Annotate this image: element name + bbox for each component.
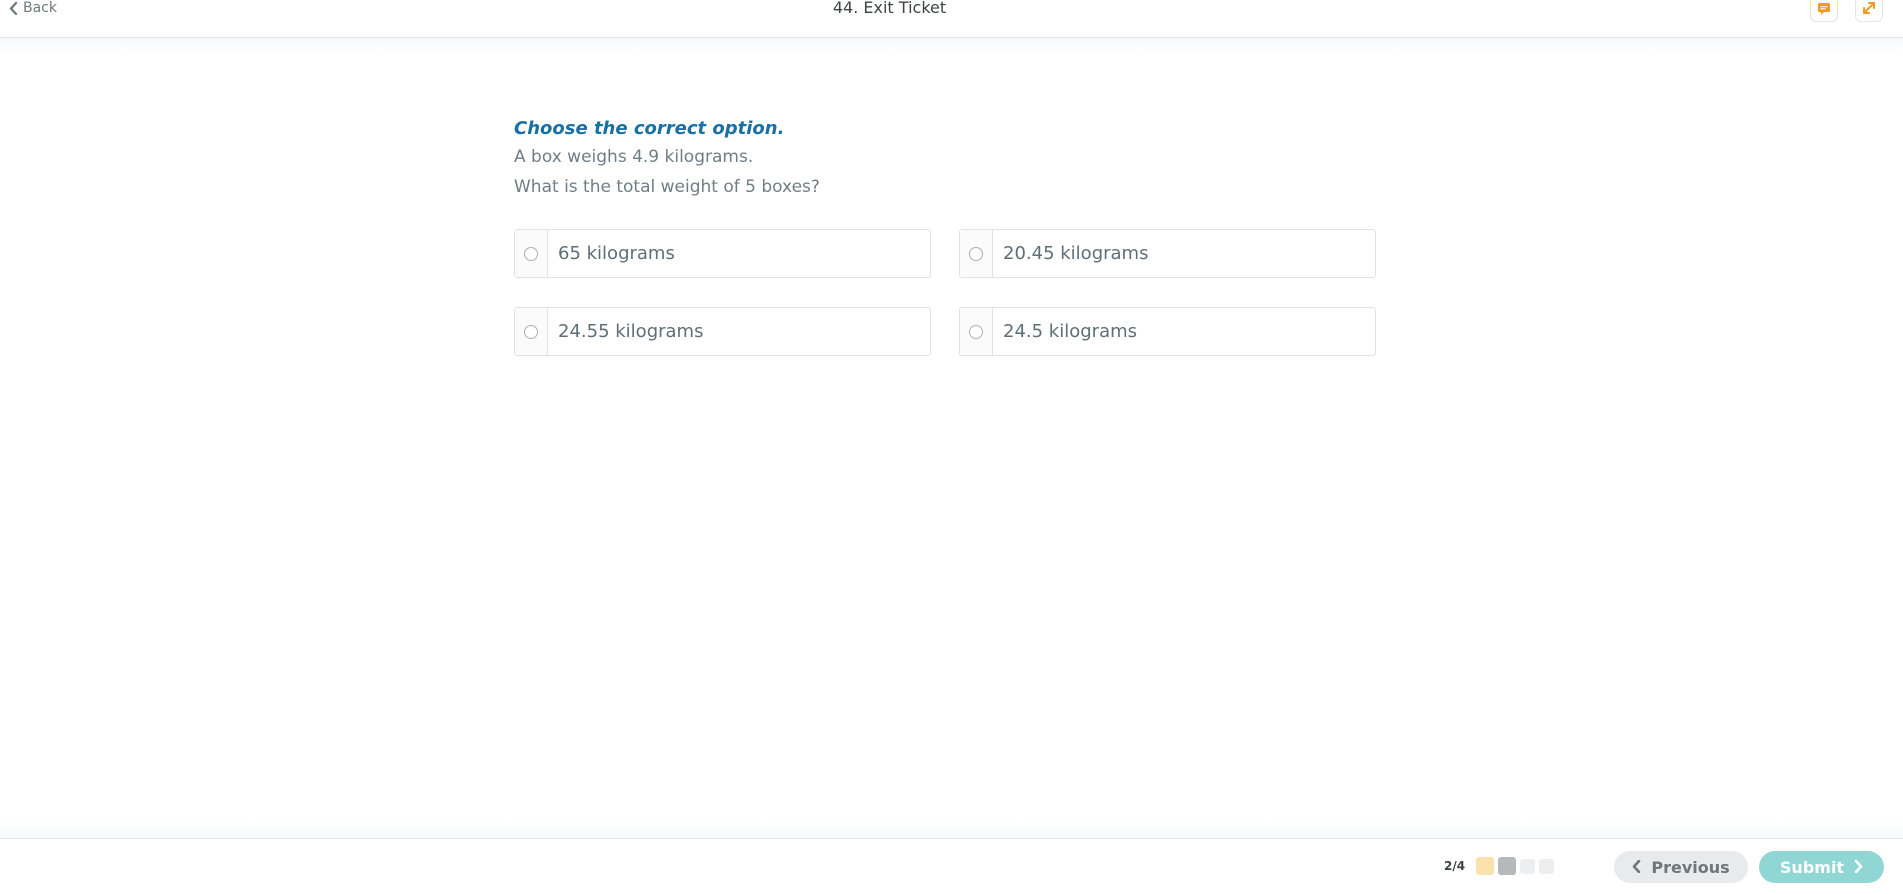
question-stem-line-2: What is the total weight of 5 boxes? — [514, 177, 820, 197]
radio-button[interactable] — [969, 246, 983, 261]
radio-button[interactable] — [969, 324, 983, 339]
question-stem-line-1: A box weighs 4.9 kilograms. — [514, 147, 754, 167]
radio-button[interactable] — [524, 324, 538, 339]
progress-dot-3[interactable] — [1520, 858, 1535, 874]
expand-button[interactable] — [1855, 0, 1883, 22]
option-label: 24.5 kilograms — [1003, 321, 1138, 342]
page-title-text: 44. Exit Ticket — [832, 0, 947, 17]
submit-label: Submit — [1779, 857, 1845, 877]
option-radio-cell — [515, 308, 548, 355]
progress-dot-1[interactable] — [1476, 857, 1494, 875]
bottom-bar: 2/4 Previous Submit — [0, 838, 1903, 894]
answer-option-3[interactable]: 24.55 kilograms — [514, 307, 931, 356]
answer-option-4[interactable]: 24.5 kilograms — [959, 307, 1376, 356]
expand-icon — [1862, 0, 1876, 19]
progress-indicator — [1476, 857, 1554, 875]
answer-option-1[interactable]: 65 kilograms — [514, 229, 931, 278]
option-radio-cell — [960, 308, 993, 355]
chevron-right-icon — [1854, 858, 1863, 877]
radio-button[interactable] — [524, 246, 538, 261]
header-divider-shadow — [0, 38, 1903, 54]
comment-flag-button[interactable] — [1810, 0, 1838, 22]
answer-options: 65 kilograms 20.45 kilograms 24.55 kilog… — [514, 229, 1376, 356]
footer-divider-shadow — [0, 822, 1903, 838]
submit-button[interactable]: Submit — [1759, 851, 1884, 883]
option-radio-cell — [960, 230, 993, 277]
progress-dot-2[interactable] — [1498, 857, 1516, 875]
previous-button[interactable]: Previous — [1614, 851, 1748, 883]
answer-option-2[interactable]: 20.45 kilograms — [959, 229, 1376, 278]
previous-label: Previous — [1651, 857, 1730, 877]
top-bar: Back 44. Exit Ticket — [0, 0, 1903, 38]
progress-dot-4[interactable] — [1539, 858, 1554, 874]
option-radio-cell — [515, 230, 548, 277]
progress-counter: 2/4 — [1444, 859, 1466, 873]
chevron-left-icon — [1632, 858, 1641, 877]
question-block: Choose the correct option. A box weighs … — [514, 116, 1376, 202]
question-instruction: Choose the correct option. — [514, 118, 785, 139]
option-label: 20.45 kilograms — [1003, 243, 1149, 264]
exit-ticket-page: Back 44. Exit Ticket Choose the correct … — [0, 0, 1903, 894]
option-label: 65 kilograms — [558, 243, 675, 264]
comment-flag-icon — [1818, 0, 1830, 19]
option-label: 24.55 kilograms — [558, 321, 704, 342]
page-title: 44. Exit Ticket — [0, 0, 1903, 17]
